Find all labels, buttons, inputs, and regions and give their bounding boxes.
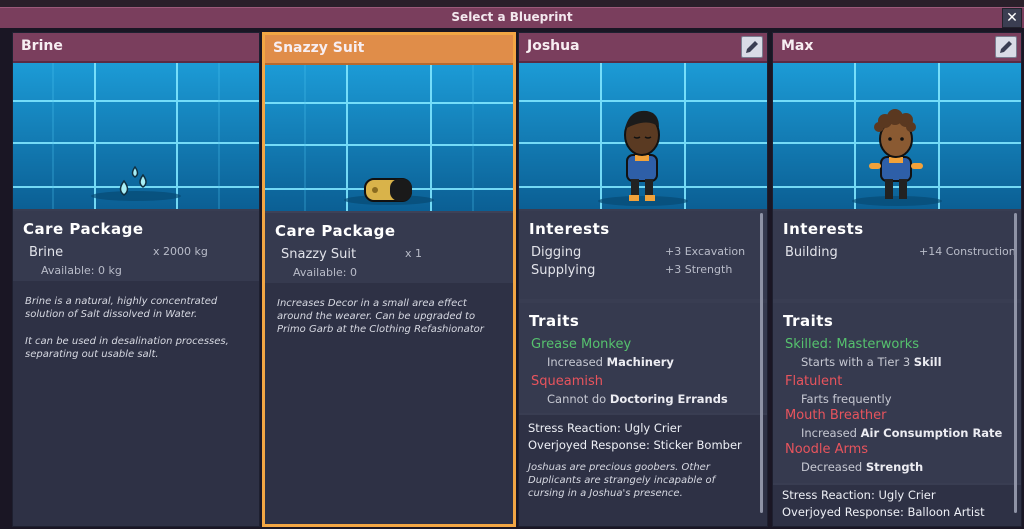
trait-effect: Decreased Strength [801, 460, 924, 474]
section-title: Traits [783, 312, 834, 330]
interests-section: Interests Digging +3 Excavation Supplyin… [519, 211, 767, 299]
item-name: Snazzy Suit [281, 247, 357, 262]
card-title: Brine [21, 38, 63, 54]
preview-scene [265, 65, 513, 211]
description-line-1: Brine is a natural, highly concentrated … [25, 296, 218, 320]
grid-backdrop [13, 63, 259, 209]
scrollbar[interactable] [760, 213, 763, 513]
stress-reaction: Stress Reaction: Ugly Crier [782, 488, 936, 502]
grid-backdrop [519, 63, 767, 209]
interest-name: Digging [531, 245, 582, 260]
item-availability: Available: 0 kg [41, 264, 122, 277]
edit-name-button[interactable] [995, 36, 1017, 58]
trait-effect: Starts with a Tier 3 Skill [801, 355, 942, 369]
close-button[interactable]: ✕ [1002, 8, 1022, 28]
trait-name: Skilled: Masterworks [785, 337, 920, 352]
pencil-icon [746, 41, 758, 53]
preview-scene [519, 63, 767, 209]
description-section: Increases Decor in a small area effect a… [265, 283, 513, 524]
trait-effect: Farts frequently [801, 392, 892, 406]
preview-scene [13, 63, 259, 209]
item-availability: Available: 0 [293, 266, 357, 279]
care-package-section: Care Package Brine x 2000 kg Available: … [13, 211, 259, 281]
preview-scene [773, 63, 1021, 209]
interest-name: Building [785, 245, 838, 260]
card-header: Snazzy Suit [265, 35, 513, 65]
trait-effect: Increased Machinery [547, 355, 674, 369]
overjoyed-response: Overjoyed Response: Sticker Bomber [528, 438, 742, 452]
interest-bonus: +3 Strength [665, 263, 733, 276]
description-section: Brine is a natural, highly concentrated … [13, 281, 259, 526]
overjoyed-response: Overjoyed Response: Balloon Artist [782, 505, 985, 519]
trait-effect: Cannot do Doctoring Errands [547, 392, 728, 406]
pencil-icon [1000, 41, 1012, 53]
section-title: Interests [529, 220, 610, 238]
description-line-2: It can be used in desalination processes… [25, 336, 229, 360]
traits-section: Traits Grease Monkey Increased Machinery… [519, 303, 767, 413]
bio-section: Stress Reaction: Ugly Crier Overjoyed Re… [773, 485, 1021, 526]
interest-bonus: +3 Excavation [665, 245, 746, 258]
section-title: Traits [529, 312, 580, 330]
bio-section: Stress Reaction: Ugly Crier Overjoyed Re… [519, 415, 767, 526]
window-title: Select a Blueprint [451, 10, 573, 24]
trait-name: Noodle Arms [785, 442, 869, 457]
item-name: Brine [29, 245, 64, 260]
blueprint-card-joshua[interactable]: Joshua Interests Digging +3 Excavation S… [518, 32, 768, 527]
grid-backdrop [773, 63, 1021, 209]
interests-section: Interests Building +14 Construction [773, 211, 1021, 299]
card-title: Snazzy Suit [273, 40, 365, 56]
scrollbar[interactable] [1014, 213, 1017, 513]
item-amount: x 1 [405, 247, 423, 260]
blueprint-card-brine[interactable]: Brine Care Package Brine x 2000 kg Avail… [12, 32, 260, 527]
section-title: Interests [783, 220, 864, 238]
card-title: Max [781, 38, 814, 54]
traits-section: Traits Skilled: Masterworks Starts with … [773, 303, 1021, 483]
blueprint-card-max[interactable]: Max Interests Building +14 Construction … [772, 32, 1022, 527]
edit-name-button[interactable] [741, 36, 763, 58]
snazzy-suit-icon [364, 178, 412, 202]
trait-name: Mouth Breather [785, 408, 887, 423]
description-text: Increases Decor in a small area effect a… [277, 298, 484, 335]
blueprint-card-snazzy-suit[interactable]: Snazzy Suit Care Package Snazzy Suit x 1… [262, 32, 516, 527]
window-title-bar: Select a Blueprint [0, 7, 1024, 29]
card-header: Joshua [519, 33, 767, 63]
trait-effect: Increased Air Consumption Rate [801, 426, 1003, 440]
interest-name: Supplying [531, 263, 596, 278]
card-header: Brine [13, 33, 259, 63]
item-amount: x 2000 kg [153, 245, 208, 258]
bio-text: Joshuas are precious goobers. Other Dupl… [528, 462, 716, 499]
grid-backdrop [265, 65, 513, 211]
interest-bonus: +14 Construction [919, 245, 1016, 258]
trait-name: Grease Monkey [531, 337, 632, 352]
section-title: Care Package [23, 220, 144, 238]
card-title: Joshua [527, 38, 580, 54]
trait-name: Squeamish [531, 374, 603, 389]
trait-name: Flatulent [785, 374, 843, 389]
card-header: Max [773, 33, 1021, 63]
stress-reaction: Stress Reaction: Ugly Crier [528, 421, 682, 435]
care-package-section: Care Package Snazzy Suit x 1 Available: … [265, 213, 513, 283]
section-title: Care Package [275, 222, 396, 240]
